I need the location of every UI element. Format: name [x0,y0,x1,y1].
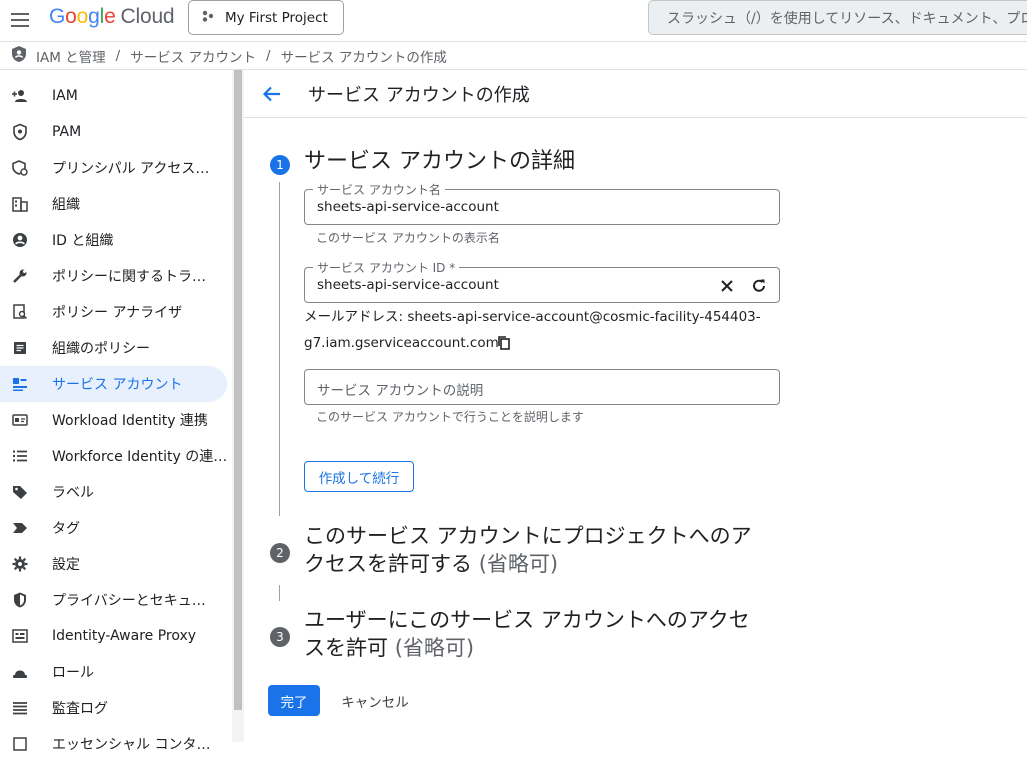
sidebar-item-service-accounts[interactable]: サービス アカウント [0,366,227,402]
step-2-badge: 2 [270,543,290,563]
wrench-icon [11,267,29,285]
search-placeholder: スラッシュ（/）を使用してリソース、ドキュメント、プロダクトなどを検索 [667,10,1027,27]
email-address-domain: g7.iam.gserviceaccount.com [304,335,499,351]
sidebar-item-workload-identity[interactable]: Workload Identity 連携 [0,402,227,438]
step-3-title[interactable]: ユーザーにこのサービス アカウントへのアクセ スを許可 (省略可) [304,606,750,662]
label-icon [11,483,29,501]
step-connector-line [279,182,280,516]
sidebar-item-policy-analyzer[interactable]: ポリシー アナライザ [0,294,227,330]
sidebar-item-tags[interactable]: タグ [0,510,227,546]
cancel-button[interactable]: キャンセル [332,685,418,716]
service-account-name-value: sheets-api-service-account [317,199,499,215]
page-header: サービス アカウントの作成 [244,70,1027,118]
service-account-icon [11,375,29,393]
breadcrumb-service-accounts[interactable]: サービス アカウント [130,46,256,66]
gear-icon [11,555,29,573]
breadcrumb-create: サービス アカウントの作成 [280,49,447,66]
service-account-id-value: sheets-api-service-account [317,277,499,293]
step-2-title-line2: クセスを許可する [304,552,472,576]
sidebar-item-iam[interactable]: IAM [0,78,227,114]
breadcrumb-separator: / [266,47,271,64]
shield-icon [11,123,29,141]
breadcrumb-separator: / [115,47,121,64]
privacy-shield-icon [11,591,29,609]
back-arrow-icon[interactable] [260,82,284,106]
email-address-text: メールアドレス: sheets-api-service-account@cosm… [304,309,761,325]
google-cloud-logo[interactable]: Google Cloud [49,5,175,29]
sidebar-item-privacy-security[interactable]: プライバシーとセキュ… [0,582,227,618]
id-card-icon [11,411,29,429]
done-button[interactable]: 完了 [268,685,320,716]
step-1-title[interactable]: サービス アカウントの詳細 [304,148,575,176]
step-2-optional: (省略可) [478,552,559,576]
service-account-name-label: サービス アカウント名 [313,181,445,198]
breadcrumb-iam[interactable]: IAM と管理 [36,46,106,66]
project-icon [201,9,215,27]
service-account-id-label: サービス アカウント ID * [313,259,460,276]
list-icon [11,447,29,465]
account-circle-icon [11,231,29,249]
sidebar-item-org-policies[interactable]: 組織のポリシー [0,330,227,366]
refresh-icon[interactable] [748,275,770,297]
service-account-name-hint: このサービス アカウントの表示名 [316,231,500,245]
iam-shield-icon [10,45,28,67]
clear-icon[interactable] [716,275,738,297]
sidebar-item-principal-access[interactable]: プリンシパル アクセス… [0,150,227,186]
step-3-badge: 3 [270,627,290,647]
step-3-title-line2: スを許可 [304,636,388,660]
page-title: サービス アカウントの作成 [308,85,530,106]
proxy-icon [11,627,29,645]
step-2-title-line1: このサービス アカウントにプロジェクトへのア [304,524,752,548]
sidebar-item-identity-aware-proxy[interactable]: Identity-Aware Proxy [0,618,227,654]
service-account-description-hint: このサービス アカウントで行うことを説明します [316,410,584,424]
sidebar-item-policy-troubleshooter[interactable]: ポリシーに関するトラ… [0,258,227,294]
step-1-badge: 1 [270,155,290,175]
sidebar-item-audit-logs[interactable]: 監査ログ [0,690,227,726]
policy-analyzer-icon [11,303,29,321]
service-account-id-field[interactable]: サービス アカウント ID * sheets-api-service-accou… [304,259,780,303]
principal-access-icon [11,159,29,177]
service-account-name-field[interactable]: サービス アカウント名 sheets-api-service-account [304,181,780,225]
service-account-description-field[interactable]: サービス アカウントの説明 [304,369,780,405]
step-3-title-line1: ユーザーにこのサービス アカウントへのアクセ [304,608,750,632]
create-and-continue-button[interactable]: 作成して続行 [304,461,414,492]
audit-log-icon [11,699,29,717]
tag-icon [11,519,29,537]
project-name: My First Project [225,9,328,26]
article-icon [11,339,29,357]
step-2-title[interactable]: このサービス アカウントにプロジェクトへのア クセスを許可する (省略可) [304,522,752,578]
sidebar-item-settings[interactable]: 設定 [0,546,227,582]
sidebar: IAM PAM プリンシパル アクセス… 組織 ID と組織 ポリシーに関するト… [0,70,244,753]
search-input[interactable]: スラッシュ（/）を使用してリソース、ドキュメント、プロダクトなどを検索 [648,0,1027,35]
breadcrumb: IAM と管理 / サービス アカウント / サービス アカウントの作成 [0,42,1027,70]
project-picker-button[interactable]: My First Project [188,0,344,35]
sidebar-item-essential-contacts[interactable]: エッセンシャル コンタ… [0,726,227,762]
step-3-optional: (省略可) [394,636,475,660]
sidebar-item-workforce-identity[interactable]: Workforce Identity の連… [0,438,227,474]
contacts-icon [11,735,29,753]
top-bar: Google Cloud My First Project スラッシュ（/）を使用… [0,0,1027,42]
person-add-icon [11,87,29,105]
hamburger-menu-icon[interactable] [8,8,32,32]
building-icon [11,195,29,213]
sidebar-scrollbar-thumb[interactable] [234,70,242,710]
description-placeholder: サービス アカウントの説明 [317,383,484,399]
sidebar-item-pam[interactable]: PAM [0,114,227,150]
sidebar-item-labels[interactable]: ラベル [0,474,227,510]
sidebar-item-organization[interactable]: 組織 [0,186,227,222]
step-connector-line [279,585,280,601]
sidebar-item-roles[interactable]: ロール [0,654,227,690]
sidebar-item-identity-org[interactable]: ID と組織 [0,222,227,258]
copy-icon[interactable] [493,332,515,354]
role-icon [11,663,29,681]
